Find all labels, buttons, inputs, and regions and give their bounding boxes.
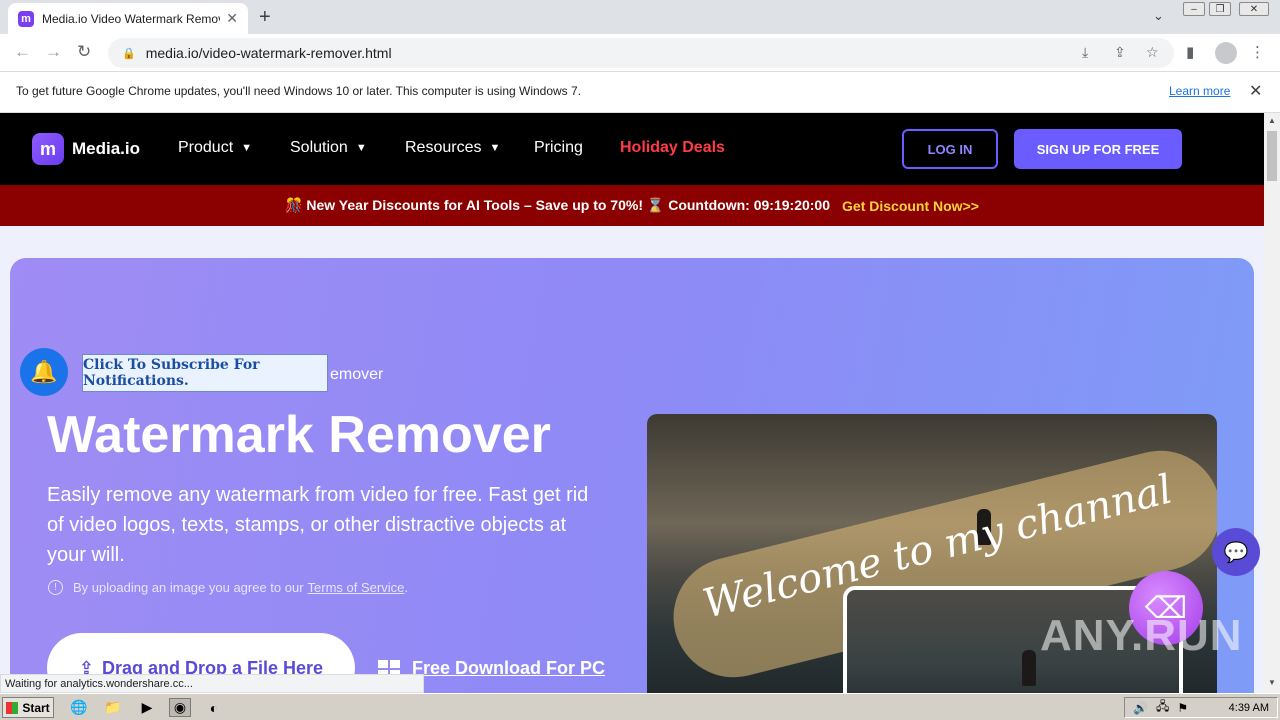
update-infobar: To get future Google Chrome updates, you…	[0, 72, 1280, 113]
tab-close-icon[interactable]: ✕	[226, 10, 238, 27]
lock-icon[interactable]: 🔒	[122, 47, 136, 60]
info-icon: !	[48, 580, 63, 595]
signup-button[interactable]: SIGN UP FOR FREE	[1014, 129, 1182, 169]
window-close-icon[interactable]: ✕	[1239, 2, 1269, 16]
page-title: Watermark Remover	[47, 406, 551, 464]
notification-bell-icon[interactable]: 🔔	[20, 348, 68, 396]
start-button[interactable]: Start	[2, 697, 54, 718]
infobar-message: To get future Google Chrome updates, you…	[16, 84, 582, 98]
download-label: Free Download For PC	[412, 658, 606, 678]
chevron-down-icon: ▼	[489, 142, 501, 154]
hero-description: Easily remove any watermark from video f…	[47, 484, 589, 566]
page-viewport: m Media.io Product ▼ Solution ▼ Resource…	[0, 113, 1264, 693]
restore-icon[interactable]: ❐	[1209, 2, 1231, 16]
infobar-close-icon[interactable]: ✕	[1249, 81, 1262, 101]
start-label: Start	[22, 700, 50, 715]
login-button[interactable]: LOG IN	[902, 129, 998, 169]
forward-icon[interactable]: →	[45, 42, 62, 62]
edge-icon[interactable]: ◐	[203, 698, 225, 717]
nav-solution-label: Solution	[290, 139, 348, 156]
url-text: media.io/video-watermark-remover.html	[145, 45, 392, 61]
terms-text: By uploading an image you agree to our	[73, 580, 304, 595]
mediaio-favicon-icon: m	[18, 10, 34, 27]
media-player-icon[interactable]: ▶	[136, 698, 158, 717]
nav-holiday-deals[interactable]: Holiday Deals	[620, 139, 725, 157]
promo-banner[interactable]: 🎊 New Year Discounts for AI Tools – Save…	[0, 185, 1264, 226]
back-icon[interactable]: ←	[14, 42, 31, 62]
scroll-thumb[interactable]	[1267, 131, 1277, 181]
person-figure	[1022, 650, 1036, 686]
new-tab-icon[interactable]: +	[259, 6, 271, 29]
scroll-up-icon[interactable]: ▲	[1268, 116, 1276, 125]
terms-notice: ! By uploading an image you agree to our…	[48, 580, 408, 595]
reload-icon[interactable]: ↻	[77, 42, 91, 62]
ie-icon[interactable]: 🌐	[68, 698, 90, 717]
mediaio-logo-icon: m	[32, 133, 64, 165]
bookmark-star-icon[interactable]: ☆	[1146, 44, 1159, 61]
tab-title: Media.io Video Watermark Remover	[42, 11, 221, 26]
page-scrollbar[interactable]: ▲ ▼	[1264, 113, 1280, 693]
nav-pricing-label: Pricing	[534, 139, 583, 156]
folder-icon[interactable]: 📁	[102, 698, 124, 717]
nav-product[interactable]: Product ▼	[178, 139, 252, 157]
nav-solution[interactable]: Solution ▼	[290, 139, 367, 157]
clock[interactable]: 4:39 AM	[1229, 702, 1269, 714]
anyrun-watermark: ANY.RUN	[1040, 611, 1243, 660]
chevron-down-icon: ▼	[241, 142, 253, 154]
nav-holiday-label: Holiday Deals	[620, 139, 725, 156]
side-panel-icon[interactable]: ▮	[1186, 43, 1194, 61]
volume-icon[interactable]: 🔊	[1133, 701, 1148, 715]
site-header: m Media.io Product ▼ Solution ▼ Resource…	[0, 113, 1264, 185]
profile-avatar[interactable]	[1215, 42, 1237, 64]
browser-tab[interactable]: m Media.io Video Watermark Remover ✕	[8, 3, 248, 34]
minimize-icon[interactable]: –	[1183, 2, 1205, 16]
chevron-down-icon: ▼	[355, 142, 367, 154]
promo-cta-link[interactable]: Get Discount Now>>	[842, 198, 979, 214]
breadcrumb[interactable]: emover	[330, 366, 383, 384]
network-icon[interactable]: 🖧	[1156, 697, 1169, 718]
chat-icon[interactable]: 💬	[1212, 528, 1260, 576]
install-icon[interactable]: ⤓	[1082, 44, 1088, 61]
subscribe-notifications-tooltip[interactable]: Click To Subscribe For Notifications.	[82, 354, 328, 392]
status-bar: Waiting for analytics.wondershare.cc...	[0, 674, 424, 693]
terms-of-service-link[interactable]: Terms of Service	[308, 580, 405, 595]
address-bar[interactable]: 🔒 media.io/video-watermark-remover.html …	[108, 38, 1174, 68]
windows-taskbar: Start 🌐 📁 ▶ ◉ ◐ 🔊 🖧 ⚑ 4:39 AM	[0, 693, 1280, 720]
windows-flag-icon	[6, 701, 19, 714]
nav-product-label: Product	[178, 139, 234, 156]
nav-resources-label: Resources	[405, 139, 482, 156]
nav-pricing[interactable]: Pricing	[534, 139, 583, 157]
tab-strip: m Media.io Video Watermark Remover ✕ + ⌄…	[0, 0, 1280, 34]
nav-resources[interactable]: Resources ▼	[405, 139, 500, 157]
tab-search-chevron-icon[interactable]: ⌄	[1153, 8, 1164, 24]
terms-end: .	[404, 580, 408, 595]
system-tray: 🔊 🖧 ⚑ 4:39 AM	[1124, 697, 1278, 718]
learn-more-link[interactable]: Learn more	[1169, 84, 1230, 98]
share-icon[interactable]: ⇪	[1114, 44, 1126, 61]
brand-logo[interactable]: m Media.io	[32, 133, 140, 165]
browser-toolbar: ← → ↻ 🔒 media.io/video-watermark-remover…	[0, 34, 1280, 72]
brand-name: Media.io	[72, 139, 141, 158]
menu-kebab-icon[interactable]: ⋮	[1250, 43, 1265, 61]
scroll-down-icon[interactable]: ▼	[1268, 678, 1276, 687]
action-center-flag-icon[interactable]: ⚑	[1177, 701, 1188, 715]
promo-text: 🎊 New Year Discounts for AI Tools – Save…	[285, 197, 831, 213]
chrome-icon[interactable]: ◉	[169, 698, 191, 717]
